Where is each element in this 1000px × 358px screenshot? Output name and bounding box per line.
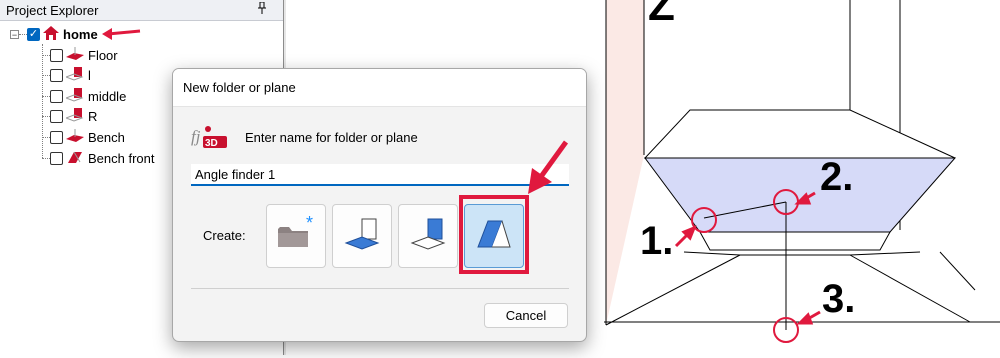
home-icon — [43, 25, 59, 43]
tree-item-label: R — [88, 108, 98, 124]
root-checkbox[interactable]: ✓ — [27, 27, 40, 41]
svg-text:3D: 3D — [205, 138, 218, 149]
bench-top — [643, 109, 956, 159]
view-glyph: Z — [648, 0, 675, 30]
tree-item-label: Floor — [88, 47, 118, 63]
selection-highlight — [459, 195, 529, 274]
horizontal-plane-icon — [66, 128, 84, 146]
prompt-text: Enter name for folder or plane — [245, 129, 418, 145]
vertical-plane-icon — [340, 215, 384, 258]
dialog-title: New folder or plane — [173, 69, 586, 107]
prompt-row: fj 3D Enter name for folder or plane — [191, 124, 418, 150]
tree-item-label: Bench — [88, 129, 125, 145]
left-wall — [606, 0, 644, 325]
bench-checkbox[interactable] — [50, 130, 63, 144]
vertical-plane-icon — [64, 107, 84, 125]
create-label: Create: — [203, 228, 246, 243]
tree-item-label: middle — [88, 88, 127, 104]
angled-plane-icon — [66, 150, 84, 167]
collapse-icon[interactable]: − — [10, 29, 19, 39]
new-folder-dialog: New folder or plane fj 3D Enter name for… — [172, 68, 587, 342]
tree-item-bench[interactable]: Bench — [50, 127, 125, 147]
explorer-header: Project Explorer — [0, 0, 283, 21]
point3-label: 3. — [822, 277, 855, 321]
red-arrow-icon — [101, 28, 140, 40]
floor-checkbox[interactable] — [50, 48, 63, 62]
create-vertical-plane-button[interactable] — [332, 204, 392, 268]
red-arrow-icon — [528, 140, 569, 194]
dialog-separator — [191, 288, 569, 289]
tree-root-home[interactable]: − ✓ home — [10, 24, 142, 44]
vertical-plane-icon — [64, 66, 84, 84]
tree-item-r[interactable]: R — [50, 106, 97, 126]
tree-item-label: l — [88, 67, 91, 83]
fj3d-logo: fj 3D — [191, 126, 227, 149]
l-checkbox[interactable] — [50, 68, 63, 82]
pin-icon[interactable] — [257, 1, 267, 17]
bench-front-checkbox[interactable] — [50, 151, 63, 165]
r-checkbox[interactable] — [50, 109, 63, 123]
point1-label: 1. — [640, 219, 673, 263]
tree-item-label: Bench front — [88, 150, 155, 166]
tree-item-middle[interactable]: middle — [50, 86, 126, 106]
tree-item-l[interactable]: l — [50, 65, 91, 85]
folder-name-input[interactable] — [191, 164, 569, 186]
middle-checkbox[interactable] — [50, 89, 63, 103]
tree-item-bench-front[interactable]: Bench front — [50, 148, 155, 168]
explorer-title: Project Explorer — [6, 2, 99, 18]
horizontal-plane-icon — [66, 46, 84, 64]
folder-icon: * — [274, 213, 318, 258]
tree-root-label: home — [63, 26, 98, 42]
create-folder-button[interactable]: * — [266, 204, 326, 268]
cancel-button[interactable]: Cancel — [484, 303, 568, 328]
vertical-plane-icon — [64, 87, 84, 105]
folder-star: * — [306, 215, 313, 233]
svg-text:fj: fj — [191, 127, 201, 146]
tree-item-floor[interactable]: Floor — [50, 45, 118, 65]
horizontal-plane-icon — [406, 215, 450, 258]
point2-label: 2. — [820, 155, 853, 199]
create-horizontal-plane-button[interactable] — [398, 204, 458, 268]
